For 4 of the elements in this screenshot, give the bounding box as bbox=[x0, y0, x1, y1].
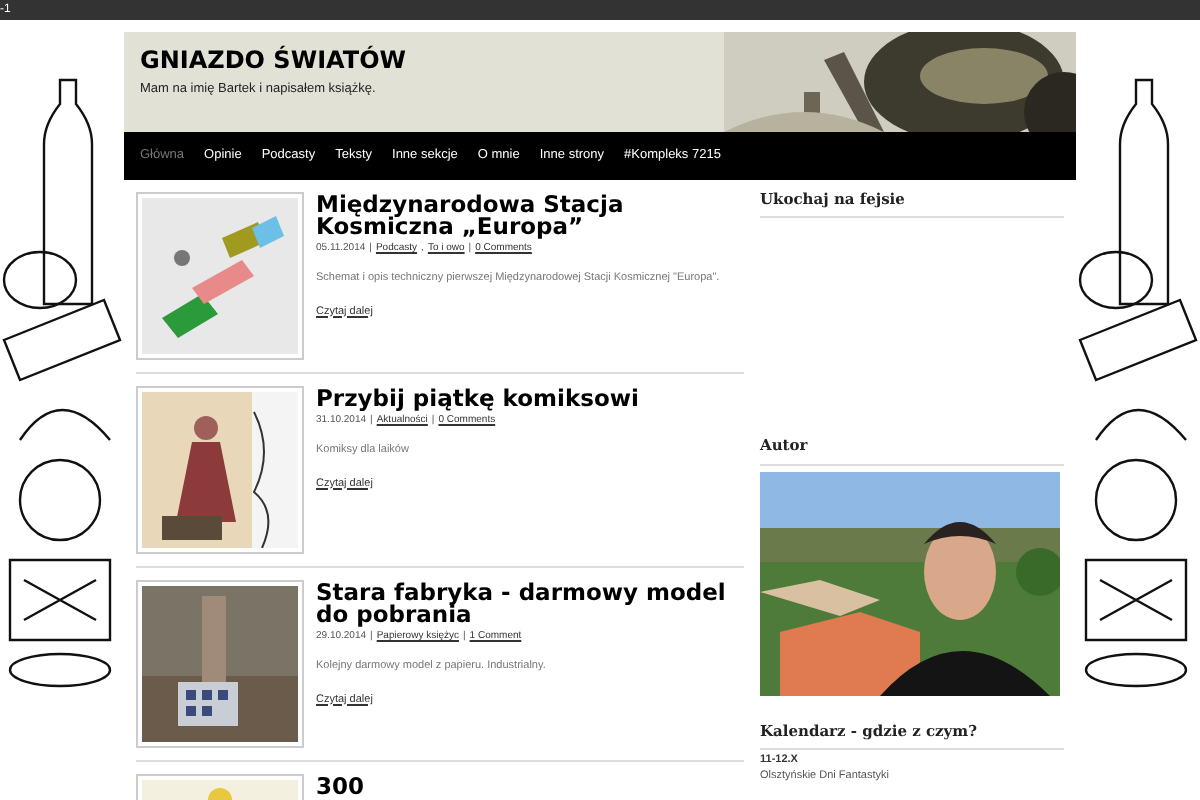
post-title[interactable]: Przybij piątkę komiksowi bbox=[316, 388, 744, 410]
post-title[interactable]: Międzynarodowa Stacja Kosmiczna „Europa” bbox=[316, 194, 744, 238]
post-title[interactable]: Stara fabryka - darmowy model do pobrania bbox=[316, 582, 744, 626]
post-title[interactable]: 300 bbox=[316, 776, 744, 798]
